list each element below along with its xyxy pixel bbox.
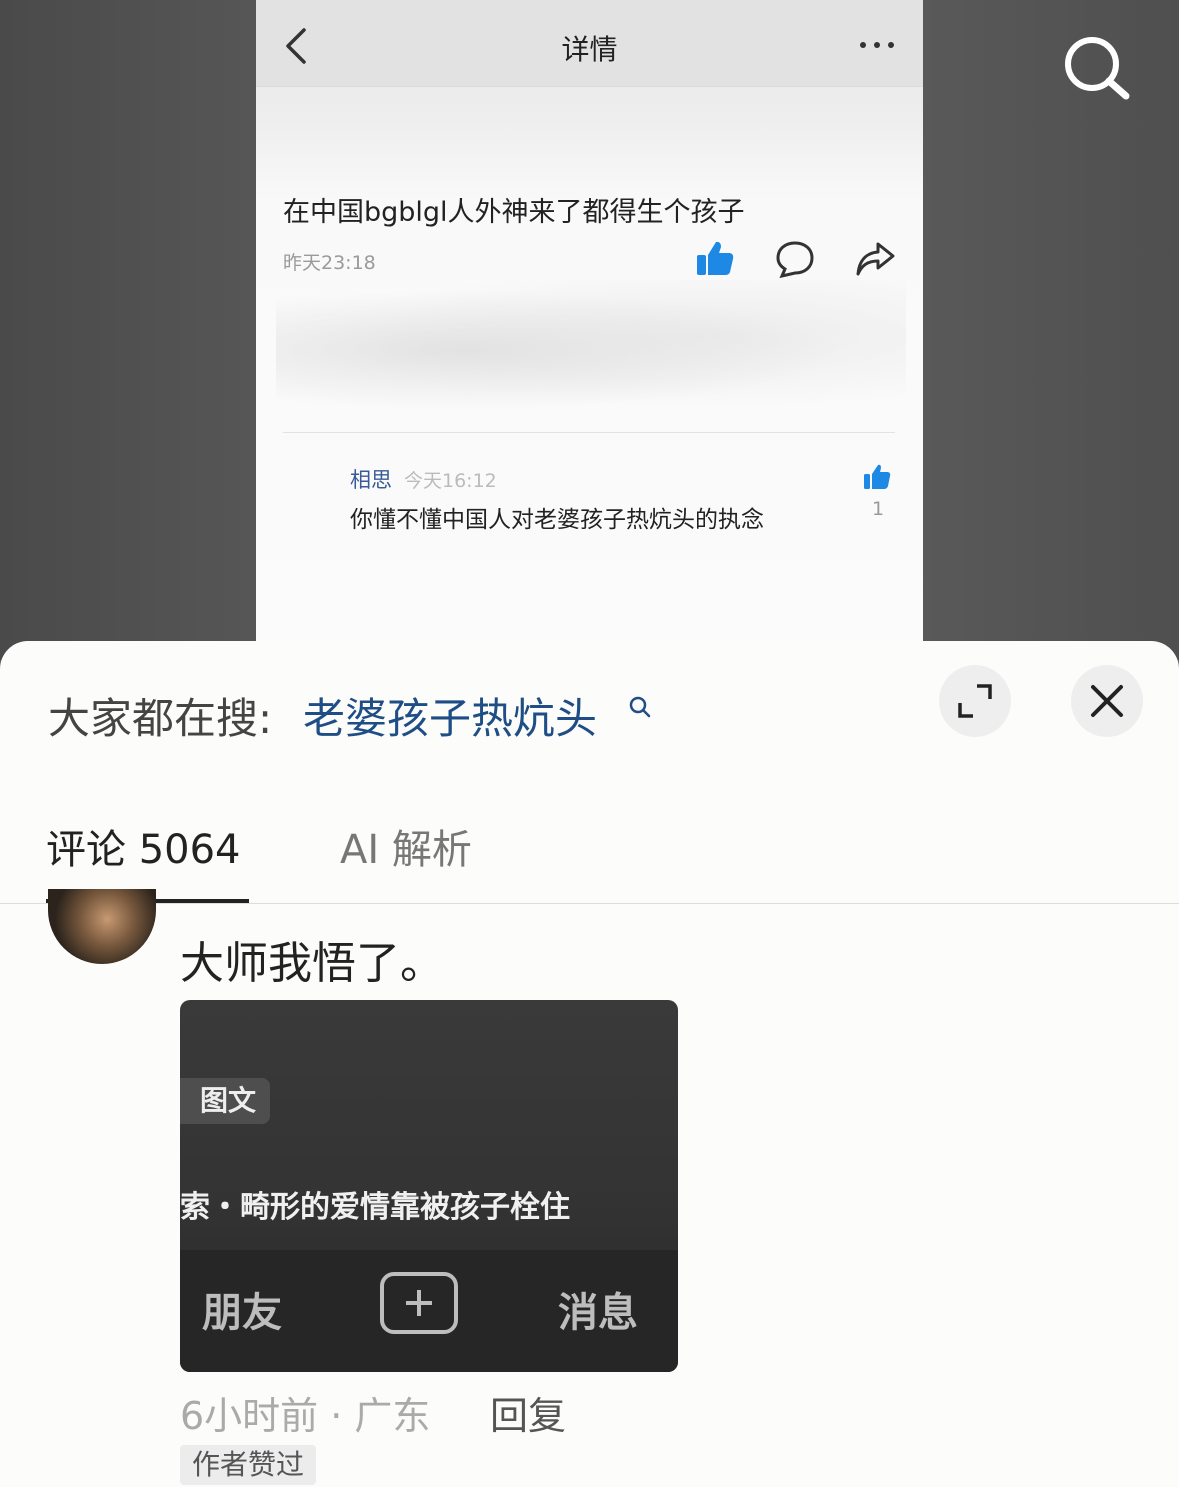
tab-comments[interactable]: 评论 5064 bbox=[46, 817, 241, 875]
image-bar-friends: 朋友 bbox=[202, 1290, 282, 1336]
comment-meta: 6小时前 · 广东 bbox=[180, 1394, 431, 1438]
image-title: 索・畸形的爱情靠被孩子栓住 bbox=[180, 1190, 570, 1225]
more-icon[interactable] bbox=[857, 30, 897, 60]
reply-button[interactable]: 回复 bbox=[490, 1385, 566, 1440]
author-liked-badge: 作者赞过 bbox=[180, 1445, 317, 1485]
comment-like-icon[interactable] bbox=[862, 462, 892, 492]
post-detail-screenshot: 详情 在中国bgblgl人外神来了都得生个孩子 昨天23:18 相思 今天16:… bbox=[256, 0, 923, 660]
post-text: 在中国bgblgl人外神来了都得生个孩子 bbox=[283, 197, 745, 228]
share-icon[interactable] bbox=[854, 238, 896, 280]
image-tab-bar: 朋友 消息 bbox=[180, 1250, 678, 1372]
tab-ai-analysis[interactable]: AI 解析 bbox=[340, 817, 472, 875]
expand-icon bbox=[958, 684, 992, 718]
comment-username[interactable]: 相思 bbox=[350, 464, 392, 494]
comment-sheet: 大家都在搜: 老婆孩子热炕头 评论 5064 AI 解析 大师我悟了。 图文 索… bbox=[0, 641, 1179, 1487]
divider bbox=[0, 903, 1179, 904]
search-icon[interactable] bbox=[1060, 32, 1132, 104]
page-title: 详情 bbox=[561, 33, 618, 66]
trending-search-label: 大家都在搜: bbox=[48, 694, 273, 743]
image-badge: 图文 bbox=[180, 1078, 270, 1124]
thumbs-up-icon[interactable] bbox=[694, 238, 736, 280]
image-bar-messages: 消息 bbox=[558, 1290, 638, 1336]
comment-image[interactable]: 图文 索・畸形的爱情靠被孩子栓住 朋友 消息 bbox=[180, 1000, 678, 1372]
close-icon bbox=[1091, 685, 1123, 717]
blurred-image bbox=[276, 280, 906, 420]
avatar[interactable] bbox=[48, 889, 156, 964]
plus-icon bbox=[380, 1272, 458, 1334]
expand-button[interactable] bbox=[939, 665, 1011, 737]
comment-text: 你懂不懂中国人对老婆孩子热炕头的执念 bbox=[350, 507, 764, 533]
trending-search-term[interactable]: 老婆孩子热炕头 bbox=[303, 685, 597, 746]
comment-like-count: 1 bbox=[872, 498, 885, 520]
detail-nav-bar: 详情 bbox=[256, 0, 923, 87]
post-timestamp: 昨天23:18 bbox=[283, 252, 376, 274]
comment-icon[interactable] bbox=[774, 238, 816, 280]
comment-text: 大师我悟了。 bbox=[180, 938, 444, 989]
comment-timestamp: 今天16:12 bbox=[404, 470, 497, 492]
search-icon[interactable] bbox=[628, 695, 652, 719]
close-button[interactable] bbox=[1071, 665, 1143, 737]
divider bbox=[283, 432, 895, 433]
